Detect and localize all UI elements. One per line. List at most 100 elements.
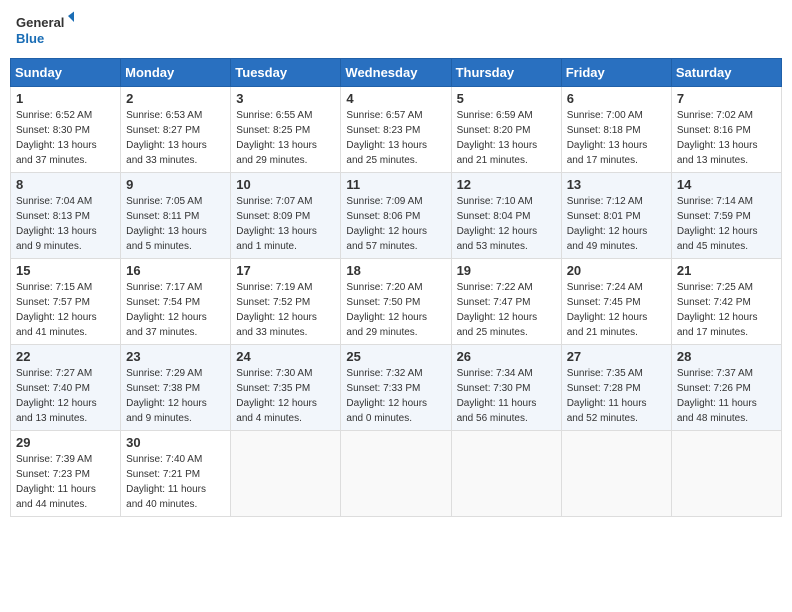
calendar-cell: 5 Sunrise: 6:59 AMSunset: 8:20 PMDaylight… <box>451 87 561 173</box>
calendar-cell: 22 Sunrise: 7:27 AMSunset: 7:40 PMDayligh… <box>11 345 121 431</box>
day-info: Sunrise: 6:53 AMSunset: 8:27 PMDaylight:… <box>126 108 225 168</box>
svg-text:General: General <box>16 15 64 30</box>
calendar-cell: 26 Sunrise: 7:34 AMSunset: 7:30 PMDayligh… <box>451 345 561 431</box>
day-info: Sunrise: 7:25 AMSunset: 7:42 PMDaylight:… <box>677 280 776 340</box>
day-info: Sunrise: 7:14 AMSunset: 7:59 PMDaylight:… <box>677 194 776 254</box>
weekday-header-saturday: Saturday <box>671 59 781 87</box>
calendar-cell: 29Sunrise: 7:39 AMSunset: 7:23 PMDayligh… <box>11 431 121 517</box>
svg-text:Blue: Blue <box>16 31 44 46</box>
calendar-cell: 1 Sunrise: 6:52 AMSunset: 8:30 PMDaylight… <box>11 87 121 173</box>
weekday-header-sunday: Sunday <box>11 59 121 87</box>
calendar-cell <box>341 431 451 517</box>
day-info: Sunrise: 7:19 AMSunset: 7:52 PMDaylight:… <box>236 280 335 340</box>
day-number: 9 <box>126 177 225 192</box>
day-info: Sunrise: 7:35 AMSunset: 7:28 PMDaylight:… <box>567 366 666 426</box>
calendar-cell: 27 Sunrise: 7:35 AMSunset: 7:28 PMDayligh… <box>561 345 671 431</box>
weekday-header-thursday: Thursday <box>451 59 561 87</box>
weekday-header-monday: Monday <box>121 59 231 87</box>
calendar-cell: 9 Sunrise: 7:05 AMSunset: 8:11 PMDaylight… <box>121 173 231 259</box>
calendar-cell: 6Sunrise: 7:00 AMSunset: 8:18 PMDaylight… <box>561 87 671 173</box>
day-number: 26 <box>457 349 556 364</box>
logo: General Blue <box>14 10 74 50</box>
day-info: Sunrise: 7:27 AMSunset: 7:40 PMDaylight:… <box>16 366 115 426</box>
day-number: 29 <box>16 435 115 450</box>
day-number: 23 <box>126 349 225 364</box>
day-info: Sunrise: 7:34 AMSunset: 7:30 PMDaylight:… <box>457 366 556 426</box>
day-number: 13 <box>567 177 666 192</box>
logo-svg: General Blue <box>14 10 74 50</box>
calendar-cell: 12 Sunrise: 7:10 AMSunset: 8:04 PMDayligh… <box>451 173 561 259</box>
calendar-cell: 7 Sunrise: 7:02 AMSunset: 8:16 PMDaylight… <box>671 87 781 173</box>
calendar-week-5: 29Sunrise: 7:39 AMSunset: 7:23 PMDayligh… <box>11 431 782 517</box>
day-number: 11 <box>346 177 445 192</box>
day-number: 16 <box>126 263 225 278</box>
day-number: 1 <box>16 91 115 106</box>
day-info: Sunrise: 7:20 AMSunset: 7:50 PMDaylight:… <box>346 280 445 340</box>
calendar-cell: 11Sunrise: 7:09 AMSunset: 8:06 PMDayligh… <box>341 173 451 259</box>
calendar-week-3: 15Sunrise: 7:15 AMSunset: 7:57 PMDayligh… <box>11 259 782 345</box>
day-number: 14 <box>677 177 776 192</box>
day-info: Sunrise: 7:02 AMSunset: 8:16 PMDaylight:… <box>677 108 776 168</box>
calendar-cell: 13 Sunrise: 7:12 AMSunset: 8:01 PMDayligh… <box>561 173 671 259</box>
day-number: 27 <box>567 349 666 364</box>
page-header: General Blue <box>10 10 782 50</box>
day-number: 4 <box>346 91 445 106</box>
day-info: Sunrise: 6:59 AMSunset: 8:20 PMDaylight:… <box>457 108 556 168</box>
day-number: 8 <box>16 177 115 192</box>
day-number: 3 <box>236 91 335 106</box>
day-info: Sunrise: 7:00 AMSunset: 8:18 PMDaylight:… <box>567 108 666 168</box>
day-info: Sunrise: 7:07 AMSunset: 8:09 PMDaylight:… <box>236 194 335 254</box>
day-info: Sunrise: 7:32 AMSunset: 7:33 PMDaylight:… <box>346 366 445 426</box>
calendar-week-2: 8 Sunrise: 7:04 AMSunset: 8:13 PMDaylight… <box>11 173 782 259</box>
weekday-header-tuesday: Tuesday <box>231 59 341 87</box>
calendar-cell: 4 Sunrise: 6:57 AMSunset: 8:23 PMDaylight… <box>341 87 451 173</box>
calendar-cell: 28 Sunrise: 7:37 AMSunset: 7:26 PMDayligh… <box>671 345 781 431</box>
day-info: Sunrise: 7:12 AMSunset: 8:01 PMDaylight:… <box>567 194 666 254</box>
calendar-cell: 24 Sunrise: 7:30 AMSunset: 7:35 PMDayligh… <box>231 345 341 431</box>
day-info: Sunrise: 7:05 AMSunset: 8:11 PMDaylight:… <box>126 194 225 254</box>
weekday-header-row: SundayMondayTuesdayWednesdayThursdayFrid… <box>11 59 782 87</box>
day-number: 10 <box>236 177 335 192</box>
calendar-cell <box>561 431 671 517</box>
calendar-cell: 18 Sunrise: 7:20 AMSunset: 7:50 PMDayligh… <box>341 259 451 345</box>
day-info: Sunrise: 7:29 AMSunset: 7:38 PMDaylight:… <box>126 366 225 426</box>
day-number: 2 <box>126 91 225 106</box>
day-number: 19 <box>457 263 556 278</box>
day-number: 7 <box>677 91 776 106</box>
day-info: Sunrise: 6:52 AMSunset: 8:30 PMDaylight:… <box>16 108 115 168</box>
calendar-cell: 30Sunrise: 7:40 AMSunset: 7:21 PMDayligh… <box>121 431 231 517</box>
day-number: 22 <box>16 349 115 364</box>
day-number: 17 <box>236 263 335 278</box>
day-number: 5 <box>457 91 556 106</box>
day-number: 15 <box>16 263 115 278</box>
day-info: Sunrise: 6:57 AMSunset: 8:23 PMDaylight:… <box>346 108 445 168</box>
day-info: Sunrise: 7:10 AMSunset: 8:04 PMDaylight:… <box>457 194 556 254</box>
calendar-cell <box>671 431 781 517</box>
day-info: Sunrise: 7:37 AMSunset: 7:26 PMDaylight:… <box>677 366 776 426</box>
day-info: Sunrise: 6:55 AMSunset: 8:25 PMDaylight:… <box>236 108 335 168</box>
calendar-cell: 3 Sunrise: 6:55 AMSunset: 8:25 PMDaylight… <box>231 87 341 173</box>
day-info: Sunrise: 7:30 AMSunset: 7:35 PMDaylight:… <box>236 366 335 426</box>
day-info: Sunrise: 7:17 AMSunset: 7:54 PMDaylight:… <box>126 280 225 340</box>
day-number: 25 <box>346 349 445 364</box>
weekday-header-friday: Friday <box>561 59 671 87</box>
calendar-week-4: 22 Sunrise: 7:27 AMSunset: 7:40 PMDayligh… <box>11 345 782 431</box>
weekday-header-wednesday: Wednesday <box>341 59 451 87</box>
calendar-table: SundayMondayTuesdayWednesdayThursdayFrid… <box>10 58 782 517</box>
calendar-cell: 16 Sunrise: 7:17 AMSunset: 7:54 PMDayligh… <box>121 259 231 345</box>
calendar-week-1: 1 Sunrise: 6:52 AMSunset: 8:30 PMDaylight… <box>11 87 782 173</box>
day-number: 20 <box>567 263 666 278</box>
day-info: Sunrise: 7:22 AMSunset: 7:47 PMDaylight:… <box>457 280 556 340</box>
day-info: Sunrise: 7:24 AMSunset: 7:45 PMDaylight:… <box>567 280 666 340</box>
day-number: 21 <box>677 263 776 278</box>
day-info: Sunrise: 7:04 AMSunset: 8:13 PMDaylight:… <box>16 194 115 254</box>
calendar-cell: 23 Sunrise: 7:29 AMSunset: 7:38 PMDayligh… <box>121 345 231 431</box>
day-number: 30 <box>126 435 225 450</box>
day-number: 18 <box>346 263 445 278</box>
day-number: 12 <box>457 177 556 192</box>
calendar-cell: 17 Sunrise: 7:19 AMSunset: 7:52 PMDayligh… <box>231 259 341 345</box>
calendar-cell: 15Sunrise: 7:15 AMSunset: 7:57 PMDayligh… <box>11 259 121 345</box>
day-number: 28 <box>677 349 776 364</box>
calendar-cell: 20 Sunrise: 7:24 AMSunset: 7:45 PMDayligh… <box>561 259 671 345</box>
day-number: 24 <box>236 349 335 364</box>
